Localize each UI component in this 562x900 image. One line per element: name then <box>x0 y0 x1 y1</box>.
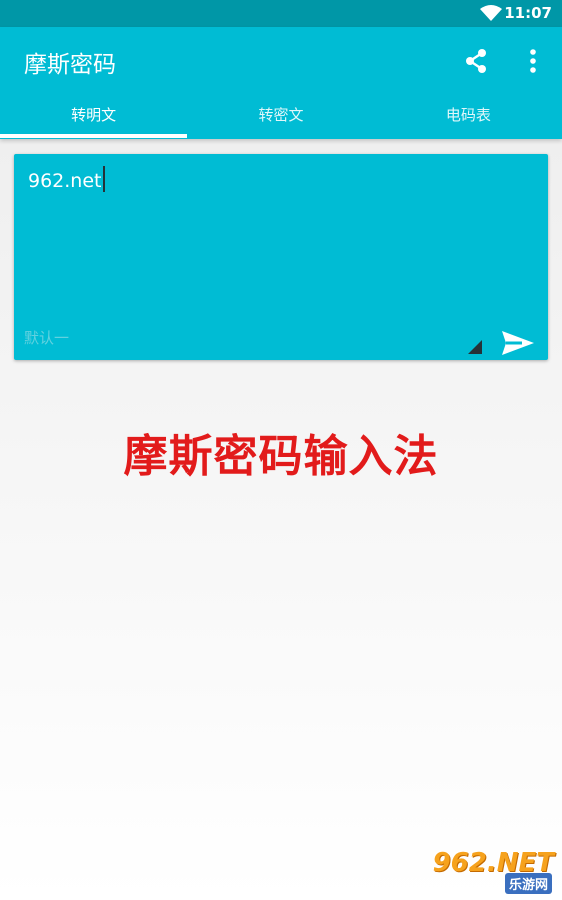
status-bar: 11:07 <box>0 0 562 27</box>
share-button[interactable] <box>460 45 492 77</box>
input-value: 962.net <box>28 170 102 192</box>
app-bar: 摩斯密码 转明文 转密文 电码表 <box>0 27 562 139</box>
status-time: 11:07 <box>504 4 552 22</box>
more-options-button[interactable] <box>518 45 548 77</box>
input-hint: 默认一 <box>24 329 70 347</box>
tab-bar: 转明文 转密文 电码表 <box>0 93 562 139</box>
tab-indicator <box>0 134 187 138</box>
more-vert-icon <box>530 49 536 73</box>
promo-title: 摩斯密码输入法 <box>123 431 439 482</box>
text-input[interactable]: 962.net <box>28 166 105 192</box>
tab-ciphertext[interactable]: 转密文 <box>187 93 374 139</box>
text-cursor <box>102 166 105 192</box>
tab-plaintext[interactable]: 转明文 <box>0 93 187 139</box>
tab-code-table[interactable]: 电码表 <box>375 93 562 139</box>
send-button[interactable] <box>500 329 536 357</box>
resize-handle-icon[interactable] <box>468 340 482 354</box>
input-card: 962.net 默认一 <box>14 154 548 360</box>
app-title: 摩斯密码 <box>24 52 116 78</box>
watermark-sub: 乐游网 <box>504 873 552 894</box>
wifi-icon <box>480 5 502 21</box>
share-icon <box>466 49 486 73</box>
watermark-logo: 962.NET 乐游网 <box>424 848 554 894</box>
